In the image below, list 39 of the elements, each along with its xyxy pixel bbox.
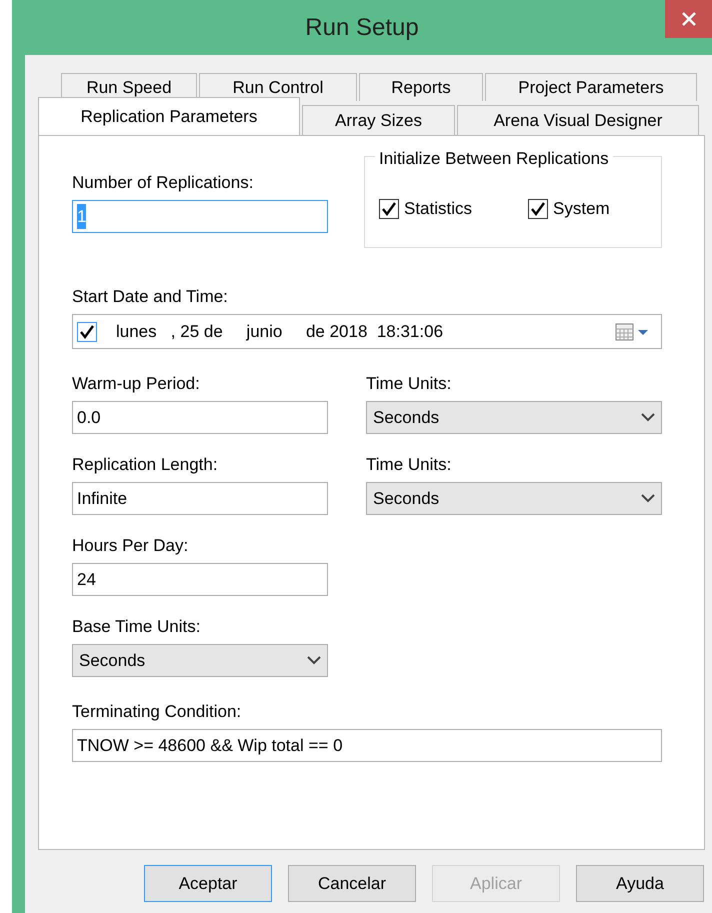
text-field[interactable]: TNOW >= 48600 && Wip total == 0 — [72, 729, 662, 762]
date-time-value: lunes , 25 de junio de 2018 18:31:06 — [116, 320, 444, 343]
field-label: Time Units: — [366, 374, 452, 394]
checkbox[interactable] — [528, 199, 548, 219]
tab[interactable]: Reports — [359, 73, 483, 101]
field-label: Start Date and Time: — [72, 287, 228, 307]
text-field[interactable]: 24 — [72, 563, 328, 596]
dropdown[interactable]: Seconds — [366, 482, 662, 515]
dialog-button[interactable]: Ayuda — [576, 865, 704, 902]
checkbox[interactable] — [379, 199, 399, 219]
tab[interactable]: Array Sizes — [302, 105, 455, 135]
field-label: Time Units: — [366, 455, 452, 475]
field-label: Warm-up Period: — [72, 374, 200, 394]
field-label: Base Time Units: — [72, 617, 200, 637]
tab[interactable]: Project Parameters — [485, 73, 697, 101]
text-field[interactable]: 0.0 — [72, 401, 328, 434]
field-label: Replication Length: — [72, 455, 218, 475]
calendar-icon[interactable] — [615, 322, 651, 342]
date-time-picker[interactable]: lunes , 25 de junio de 2018 18:31:06 — [72, 314, 662, 349]
checkbox-label: Statistics — [404, 198, 472, 220]
text-field[interactable]: Infinite — [72, 482, 328, 515]
checkbox-label: System — [553, 198, 610, 220]
tab[interactable]: Arena Visual Designer — [457, 105, 699, 135]
window-title: Run Setup — [305, 12, 419, 42]
dropdown[interactable]: Seconds — [72, 644, 328, 677]
chevron-icon — [307, 656, 321, 665]
dialog-button[interactable]: Aceptar — [144, 865, 272, 902]
chevron-icon — [641, 413, 655, 422]
checkbox[interactable] — [77, 322, 97, 342]
field-label: Number of Replications: — [72, 173, 254, 193]
tab[interactable]: Run Control — [199, 73, 357, 101]
field-label: Terminating Condition: — [72, 702, 242, 722]
close-button[interactable] — [665, 0, 712, 38]
field-label: Hours Per Day: — [72, 536, 188, 556]
close-icon — [680, 11, 696, 27]
tab[interactable]: Replication Parameters — [38, 97, 300, 135]
dropdown[interactable]: Seconds — [366, 401, 662, 434]
chevron-icon — [641, 494, 655, 503]
dialog-button[interactable]: Cancelar — [288, 865, 416, 902]
